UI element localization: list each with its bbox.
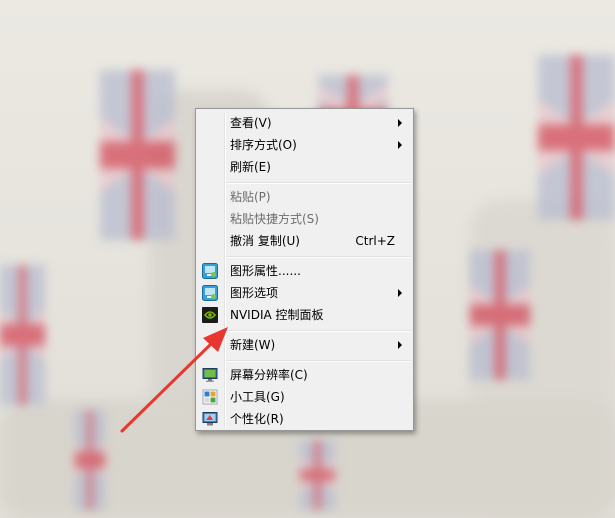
- menu-item-new[interactable]: 新建(W): [198, 334, 411, 356]
- gadgets-icon: [202, 389, 218, 405]
- menu-separator: [226, 256, 411, 258]
- menu-item-nvidia-control-panel[interactable]: NVIDIA 控制面板: [198, 304, 411, 326]
- nvidia-icon: [202, 307, 218, 323]
- menu-item-shortcut: Ctrl+Z: [355, 234, 395, 248]
- menu-item-paste[interactable]: 粘贴(P): [198, 186, 411, 208]
- menu-item-label: 查看(V): [230, 116, 272, 130]
- menu-item-label: 粘贴(P): [230, 190, 271, 204]
- blurred-flag: [0, 265, 45, 405]
- menu-item-refresh[interactable]: 刷新(E): [198, 156, 411, 178]
- menu-separator: [226, 182, 411, 184]
- menu-item-view[interactable]: 查看(V): [198, 112, 411, 134]
- menu-item-label: 撤消 复制(U): [230, 234, 300, 248]
- blurred-flag: [470, 250, 530, 380]
- menu-item-label: NVIDIA 控制面板: [230, 308, 324, 322]
- personalize-icon: [202, 412, 218, 426]
- submenu-arrow-icon: [398, 119, 402, 127]
- menu-item-sort-by[interactable]: 排序方式(O): [198, 134, 411, 156]
- menu-item-label: 图形选项: [230, 286, 279, 300]
- blurred-flag: [75, 410, 105, 510]
- menu-item-gadgets[interactable]: 小工具(G): [198, 386, 411, 408]
- menu-item-graphics-properties[interactable]: 图形属性......: [198, 260, 411, 282]
- menu-item-label: 小工具(G): [230, 390, 285, 404]
- menu-separator: [226, 330, 411, 332]
- blurred-flag: [100, 70, 175, 240]
- intel-graphics-icon: [202, 285, 218, 301]
- menu-item-undo-copy[interactable]: 撤消 复制(U) Ctrl+Z: [198, 230, 411, 252]
- menu-separator: [226, 360, 411, 362]
- menu-item-graphics-options[interactable]: 图形选项: [198, 282, 411, 304]
- blurred-flag: [538, 55, 615, 220]
- menu-item-label: 个性化(R): [230, 412, 284, 426]
- menu-item-label: 屏幕分辨率(C): [230, 368, 308, 382]
- menu-item-label: 排序方式(O): [230, 138, 297, 152]
- blurred-flag: [300, 440, 335, 510]
- submenu-arrow-icon: [398, 289, 402, 297]
- intel-graphics-icon: [202, 263, 218, 279]
- menu-item-label: 刷新(E): [230, 160, 271, 174]
- menu-item-label: 新建(W): [230, 338, 276, 352]
- desktop-context-menu: 查看(V) 排序方式(O) 刷新(E) 粘贴(P) 粘贴快捷方式(S) 撤消 复…: [195, 108, 414, 431]
- submenu-arrow-icon: [398, 141, 402, 149]
- menu-item-screen-resolution[interactable]: 屏幕分辨率(C): [198, 364, 411, 386]
- submenu-arrow-icon: [398, 341, 402, 349]
- menu-item-label: 粘贴快捷方式(S): [230, 212, 319, 226]
- menu-item-personalize[interactable]: 个性化(R): [198, 408, 411, 430]
- monitor-icon: [202, 368, 218, 382]
- menu-item-label: 图形属性......: [230, 264, 301, 278]
- menu-item-paste-shortcut[interactable]: 粘贴快捷方式(S): [198, 208, 411, 230]
